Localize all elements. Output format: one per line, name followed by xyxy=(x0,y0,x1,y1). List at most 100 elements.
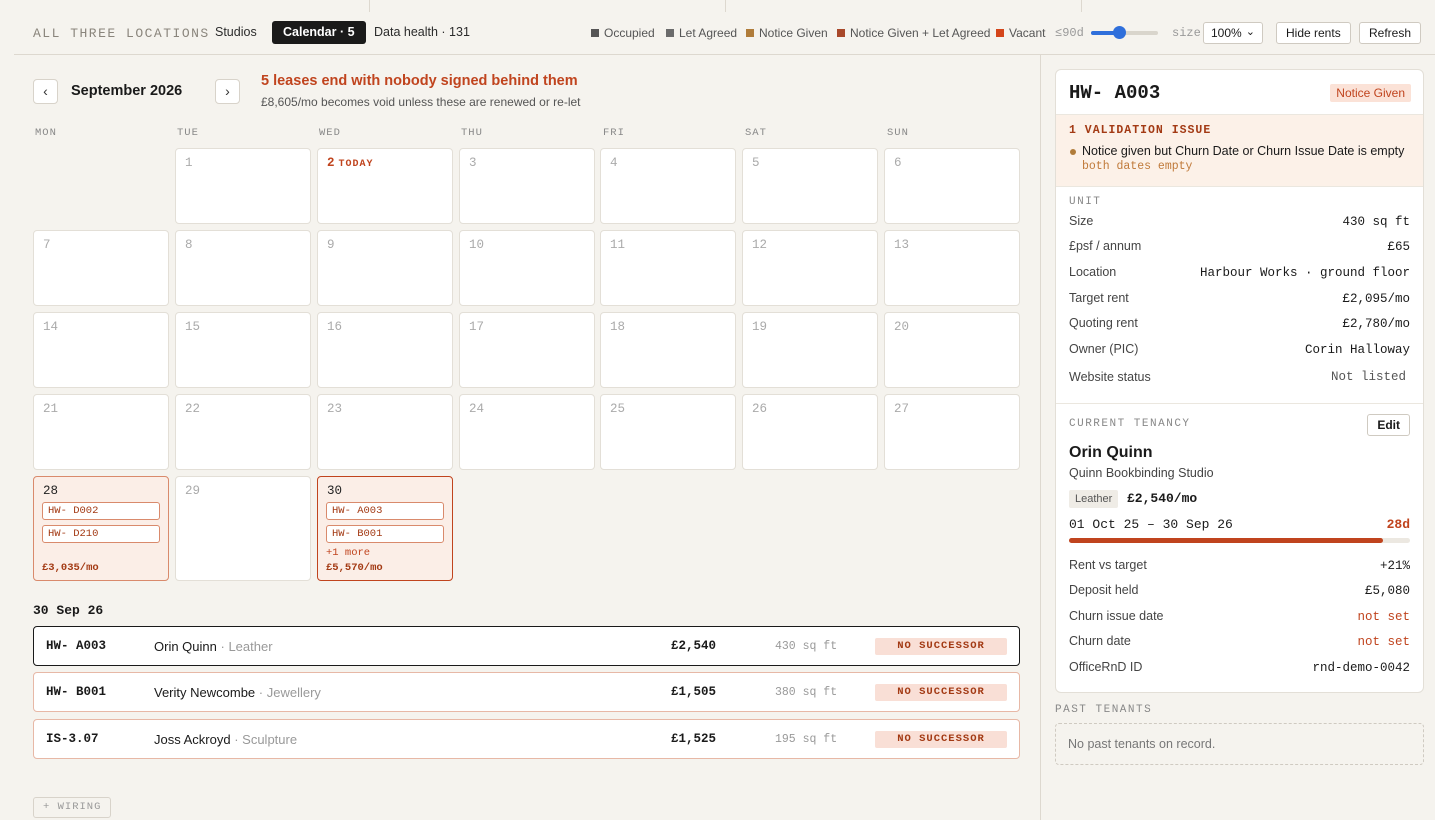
slider-thumb[interactable] xyxy=(1112,26,1126,39)
row-size: 195 sq ft xyxy=(775,733,838,746)
calendar-day[interactable]: 12 xyxy=(742,230,878,306)
calendar-day[interactable]: 29 xyxy=(175,476,311,581)
day-number: 18 xyxy=(610,320,626,334)
day-number-value: 2 xyxy=(327,156,335,170)
field-label: Churn issue date xyxy=(1069,609,1164,623)
calendar-day[interactable]: 27 xyxy=(884,394,1020,470)
calendar-day[interactable]: 13 xyxy=(884,230,1020,306)
calendar-day[interactable]: 25 xyxy=(600,394,736,470)
calendar-day[interactable]: 23 xyxy=(317,394,453,470)
calendar-day[interactable]: 5 xyxy=(742,148,878,224)
edit-tenancy-button[interactable]: Edit xyxy=(1367,414,1410,436)
field-value: 430 sq ft xyxy=(1342,215,1410,229)
field-value: Not listed xyxy=(1330,370,1406,384)
lease-row[interactable]: IS-3.07 Joss Ackroyd · Sculpture £1,525 … xyxy=(33,719,1020,759)
calendar-day[interactable]: 20 xyxy=(884,312,1020,388)
calendar-day[interactable]: 16 xyxy=(317,312,453,388)
legend-swatch xyxy=(746,29,754,37)
calendar-day[interactable]: 4 xyxy=(600,148,736,224)
field-label: Location xyxy=(1069,265,1117,279)
tab-studios[interactable]: Studios xyxy=(204,21,268,44)
calendar-day[interactable]: 17 xyxy=(459,312,595,388)
refresh-button[interactable]: Refresh xyxy=(1359,22,1422,44)
weekday-header: TUE xyxy=(177,127,199,139)
calendar-day[interactable]: 1 xyxy=(175,148,311,224)
prev-month-button[interactable]: ‹ xyxy=(33,79,58,104)
tenant-company: Quinn Bookbinding Studio xyxy=(1069,466,1214,480)
lease-chip[interactable]: HW- A003 xyxy=(326,502,444,520)
calendar-day[interactable]: 9 xyxy=(317,230,453,306)
window-slider[interactable] xyxy=(1091,26,1158,39)
day-number: 28 xyxy=(43,484,59,498)
calendar-day[interactable]: 18 xyxy=(600,312,736,388)
legend-label: Notice Given xyxy=(759,26,828,40)
calendar-day[interactable]: 21 xyxy=(33,394,169,470)
field-value: rnd-demo-0042 xyxy=(1312,661,1410,675)
day-number: 24 xyxy=(469,402,485,416)
chevron-down-icon: ⌄ xyxy=(1245,26,1255,38)
weekday-header: MON xyxy=(35,127,57,139)
field-value: Harbour Works · ground floor xyxy=(1199,266,1410,280)
day-number: 17 xyxy=(469,320,485,334)
tab-data-health[interactable]: Data health · 131 xyxy=(363,21,481,44)
calendar-day[interactable]: 19 xyxy=(742,312,878,388)
tenant-category-tag: Leather xyxy=(1069,490,1119,508)
lease-row[interactable]: HW- A003 Orin Quinn · Leather £2,540 430… xyxy=(33,626,1020,666)
separator: · xyxy=(230,732,243,747)
section-label-tenancy: CURRENT TENANCY xyxy=(1069,418,1191,430)
location-scope-title[interactable]: ALL THREE LOCATIONS xyxy=(33,26,210,41)
calendar-day[interactable]: 11 xyxy=(600,230,736,306)
legend-label: Let Agreed xyxy=(679,26,738,40)
calendar-day[interactable]: 26 xyxy=(742,394,878,470)
validation-box: 1 VALIDATION ISSUE Notice given but Chur… xyxy=(1056,115,1423,186)
hide-rents-button[interactable]: Hide rents xyxy=(1276,22,1351,44)
status-badge: NO SUCCESSOR xyxy=(875,684,1007,701)
lease-row[interactable]: HW- B001 Verity Newcombe · Jewellery £1,… xyxy=(33,672,1020,712)
legend-label: Vacant xyxy=(1009,26,1046,40)
tenant-name: Orin Quinn xyxy=(154,639,217,654)
day-number: 10 xyxy=(469,238,485,252)
row-rent: £2,540 xyxy=(671,639,717,653)
field-label: Quoting rent xyxy=(1069,316,1138,330)
row-unit: HW- A003 xyxy=(46,639,107,653)
calendar-day-expiring[interactable]: 28 HW- D002 HW- D210 £3,035/mo xyxy=(33,476,169,581)
past-tenants-empty: No past tenants on record. xyxy=(1055,723,1424,765)
validation-message: Notice given but Churn Date or Churn Iss… xyxy=(1082,144,1405,158)
calendar-day[interactable]: 6 xyxy=(884,148,1020,224)
day-number: 27 xyxy=(894,402,910,416)
status-badge: Notice Given xyxy=(1330,84,1411,102)
validation-detail: both dates empty xyxy=(1082,160,1193,173)
month-title: September 2026 xyxy=(71,83,183,99)
day-number: 1 xyxy=(185,156,193,170)
wiring-toggle-button[interactable]: + WIRING xyxy=(33,797,112,818)
size-label: size xyxy=(1172,26,1201,40)
lease-chip[interactable]: HW- B001 xyxy=(326,525,444,543)
calendar-day[interactable]: 22 xyxy=(175,394,311,470)
legend-notice-let-agreed: Notice Given + Let Agreed xyxy=(837,26,990,40)
calendar-day[interactable]: 3 xyxy=(459,148,595,224)
calendar-day[interactable]: 24 xyxy=(459,394,595,470)
legend-swatch xyxy=(666,29,674,37)
field-label: Churn date xyxy=(1069,634,1131,648)
calendar-day-selected[interactable]: 30 HW- A003 HW- B001 +1 more £5,570/mo xyxy=(317,476,453,581)
legend-occupied: Occupied xyxy=(591,26,655,40)
calendar-day[interactable]: 14 xyxy=(33,312,169,388)
unit-detail-panel: HW- A003 Notice Given 1 VALIDATION ISSUE… xyxy=(1055,69,1424,693)
next-month-button[interactable]: › xyxy=(215,79,240,104)
calendar-day[interactable]: 10 xyxy=(459,230,595,306)
calendar-day[interactable]: 8 xyxy=(175,230,311,306)
day-number: 5 xyxy=(752,156,760,170)
field-label: Size xyxy=(1069,214,1094,228)
more-link[interactable]: +1 more xyxy=(326,547,370,559)
size-select[interactable]: 100% ⌄ xyxy=(1203,22,1263,44)
lease-chip[interactable]: HW- D210 xyxy=(42,525,160,543)
calendar-day[interactable]: 7 xyxy=(33,230,169,306)
lease-chip[interactable]: HW- D002 xyxy=(42,502,160,520)
calendar-day[interactable]: 15 xyxy=(175,312,311,388)
day-number: 11 xyxy=(610,238,626,252)
calendar-day-today[interactable]: 2 TODAY xyxy=(317,148,453,224)
tab-calendar[interactable]: Calendar · 5 xyxy=(272,21,366,44)
field-label: Deposit held xyxy=(1069,583,1139,597)
lease-progress-fill xyxy=(1069,538,1383,543)
status-badge: NO SUCCESSOR xyxy=(875,638,1007,655)
